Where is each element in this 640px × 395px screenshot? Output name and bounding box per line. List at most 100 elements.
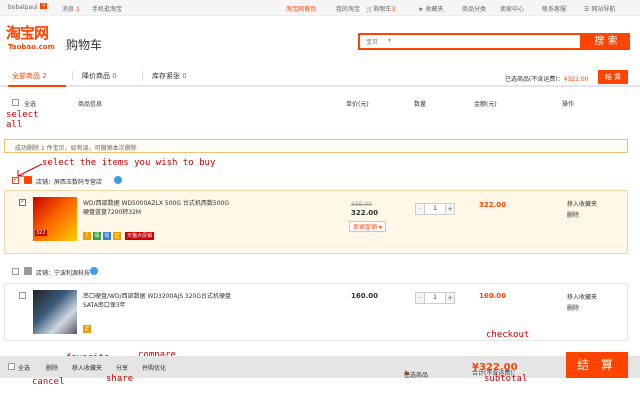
cart-link[interactable]: 🛒购物车3: [366, 4, 395, 13]
shop-name-link[interactable]: 屏西玉数码专营店: [54, 177, 102, 186]
shop-header: 店铺： 屏西玉数码专营店: [0, 174, 640, 188]
chevron-down-icon: ▾: [388, 37, 392, 44]
item-checkbox[interactable]: [19, 292, 26, 299]
seller-center-link[interactable]: 卖家中心: [500, 4, 524, 13]
seller-promo-dropdown[interactable]: 卖家促销 ▾: [349, 221, 386, 232]
grand-total-amount: ¥322.00: [472, 362, 518, 373]
taobao-logo[interactable]: 淘宝网 Taobao.com: [6, 22, 62, 56]
service-badge-icon: 信: [103, 232, 111, 240]
thumbnail-price-tag: 322: [35, 230, 47, 236]
cart-item: 串口硬盘/WD/西部数据 WD3200AJS 320G台式机硬盘SATA串口保3…: [4, 283, 628, 341]
messages-label: 消息: [62, 6, 75, 13]
col-product-info: 商品信息: [78, 101, 103, 108]
select-all-checkbox[interactable]: [12, 99, 19, 106]
categories-link[interactable]: 商品分类: [462, 4, 486, 13]
tab-label: 降价商品: [82, 72, 110, 80]
quantity-decrease-button[interactable]: -: [415, 292, 425, 304]
my-taobao-link[interactable]: 我的淘宝: [336, 4, 360, 13]
messages-link[interactable]: 消息 1: [62, 4, 80, 13]
quantity-increase-button[interactable]: +: [445, 292, 455, 304]
star-icon: ★: [418, 6, 424, 13]
col-actions: 操作: [562, 101, 575, 108]
shop-icon: [24, 176, 32, 184]
select-all-label: 全选: [24, 101, 37, 108]
shop-icon: [24, 267, 32, 275]
product-title-link[interactable]: WD/西部数据 WD5000AZLX 500G 台式机西数500G硬盘蓝盘720…: [83, 199, 233, 217]
grand-total: 合计(不含运费)： ¥322.00: [472, 361, 519, 377]
shop-header: 店铺： 宁波利源科技: [0, 265, 640, 279]
delete-item-link[interactable]: 删除: [567, 210, 579, 219]
favorites-link[interactable]: ★ 收藏夹: [418, 4, 443, 13]
item-amount: 160.00: [479, 292, 507, 300]
quantity-stepper: - 1 +: [415, 292, 455, 304]
annotation-select: select: [6, 110, 39, 120]
service-badge-icon: 正: [113, 232, 121, 240]
annotation-all: all: [6, 120, 23, 130]
shop-label: 店铺：: [36, 179, 55, 186]
current-price: 160.00: [351, 292, 379, 300]
tab-low-stock[interactable]: 库存紧张 0: [152, 71, 187, 81]
shop-name-link[interactable]: 宁波利源科技: [54, 268, 90, 277]
share-link[interactable]: 分享: [116, 363, 128, 372]
col-unit-price: 单价(元): [346, 101, 369, 108]
product-thumbnail[interactable]: 322: [33, 197, 77, 241]
service-badge-icon: 7: [83, 232, 91, 240]
bottom-select-all-checkbox[interactable]: [8, 363, 15, 370]
wangwang-chat-icon[interactable]: [114, 176, 122, 184]
current-price: 322.00: [351, 209, 379, 217]
annotation-checkout: checkout: [486, 330, 530, 340]
quantity-decrease-button[interactable]: -: [415, 203, 425, 215]
wangwang-chat-icon[interactable]: [90, 267, 98, 275]
quantity-input[interactable]: 1: [425, 292, 445, 304]
cart-label: 购物车: [373, 6, 392, 13]
active-tab-indicator: [8, 85, 66, 87]
site-nav-label: 网站导航: [591, 6, 616, 13]
logo-text: 淘宝网: [6, 24, 49, 42]
checkout-button[interactable]: 结 算: [566, 352, 628, 378]
mobile-taobao-link[interactable]: 手机逛淘宝: [92, 4, 122, 13]
tab-all-items[interactable]: 全部商品 2: [12, 71, 47, 81]
site-nav-link[interactable]: ☰ 网站导航: [584, 4, 615, 13]
top-bar: bobalpaul V 消息 1 手机逛淘宝 淘宝网首页 我的淘宝 🛒购物车3 …: [0, 0, 640, 16]
cart-item: 322 WD/西部数据 WD5000AZLX 500G 台式机西数500G硬盘蓝…: [4, 190, 628, 254]
annotation-share: share: [106, 374, 134, 384]
search-scope-select[interactable]: 宝贝: [366, 37, 378, 46]
search-button[interactable]: 搜 索: [582, 33, 630, 50]
item-checkbox[interactable]: [19, 197, 26, 206]
page-title: 购物车: [66, 38, 103, 52]
annotation-subtotal: subtotal: [484, 374, 528, 384]
bulk-move-favorites-link[interactable]: 移入收藏夹: [72, 363, 102, 372]
tab-label: 全部商品: [12, 72, 40, 80]
menu-icon: ☰: [584, 6, 590, 13]
shop-checkbox[interactable]: [12, 175, 19, 184]
delete-item-link[interactable]: 删除: [567, 303, 579, 312]
promo-tag: 天猫大促销: [125, 232, 155, 240]
product-title-link[interactable]: 串口硬盘/WD/西部数据 WD3200AJS 320G台式机硬盘SATA串口保3…: [83, 292, 233, 310]
compare-link[interactable]: 并购优化: [142, 363, 166, 372]
username-link[interactable]: bobalpaul: [8, 4, 38, 11]
product-thumbnail[interactable]: [33, 290, 77, 334]
quantity-increase-button[interactable]: +: [445, 203, 455, 215]
bottom-action-bar: 全选 删除 移入收藏夹 分享 并购优化 已选商品 1 件 合计(不含运费)： ¥3…: [0, 356, 640, 379]
move-to-favorites-link[interactable]: 移入收藏夹: [567, 292, 597, 301]
tab-price-drop[interactable]: 降价商品 0: [82, 71, 117, 81]
delete-notice: 成功删除 1 件宝贝，如有误，可撤销本次删除: [4, 139, 628, 153]
quantity-input[interactable]: 1: [425, 203, 445, 215]
bulk-delete-link[interactable]: 删除: [46, 363, 58, 372]
selected-total-amount: ¥322.00: [563, 76, 589, 83]
top-checkout-button[interactable]: 结 算: [598, 70, 628, 84]
favorites-label: 收藏夹: [425, 6, 444, 13]
selected-count-unit: 件: [404, 372, 411, 379]
original-price: 335.00: [351, 201, 372, 208]
logo-subtext: Taobao.com: [8, 43, 55, 51]
messages-count: 1: [75, 6, 80, 13]
taobao-home-link[interactable]: 淘宝网首页: [286, 4, 316, 13]
bottom-select-all-label: 全选: [18, 365, 31, 372]
selected-total-top: 已选商品(不含运费)：¥322.00: [505, 74, 589, 83]
delete-notice-text: 成功删除 1 件宝贝，如有误，可撤销本次删除: [15, 145, 137, 152]
customer-service-link[interactable]: 联系客服: [542, 4, 566, 13]
move-to-favorites-link[interactable]: 移入收藏夹: [567, 199, 597, 208]
column-header: 全选 商品信息 单价(元) 数量 金额(元) 操作: [0, 95, 640, 109]
search-box[interactable]: 宝贝 ▾: [358, 33, 582, 50]
shop-checkbox[interactable]: [12, 268, 19, 275]
